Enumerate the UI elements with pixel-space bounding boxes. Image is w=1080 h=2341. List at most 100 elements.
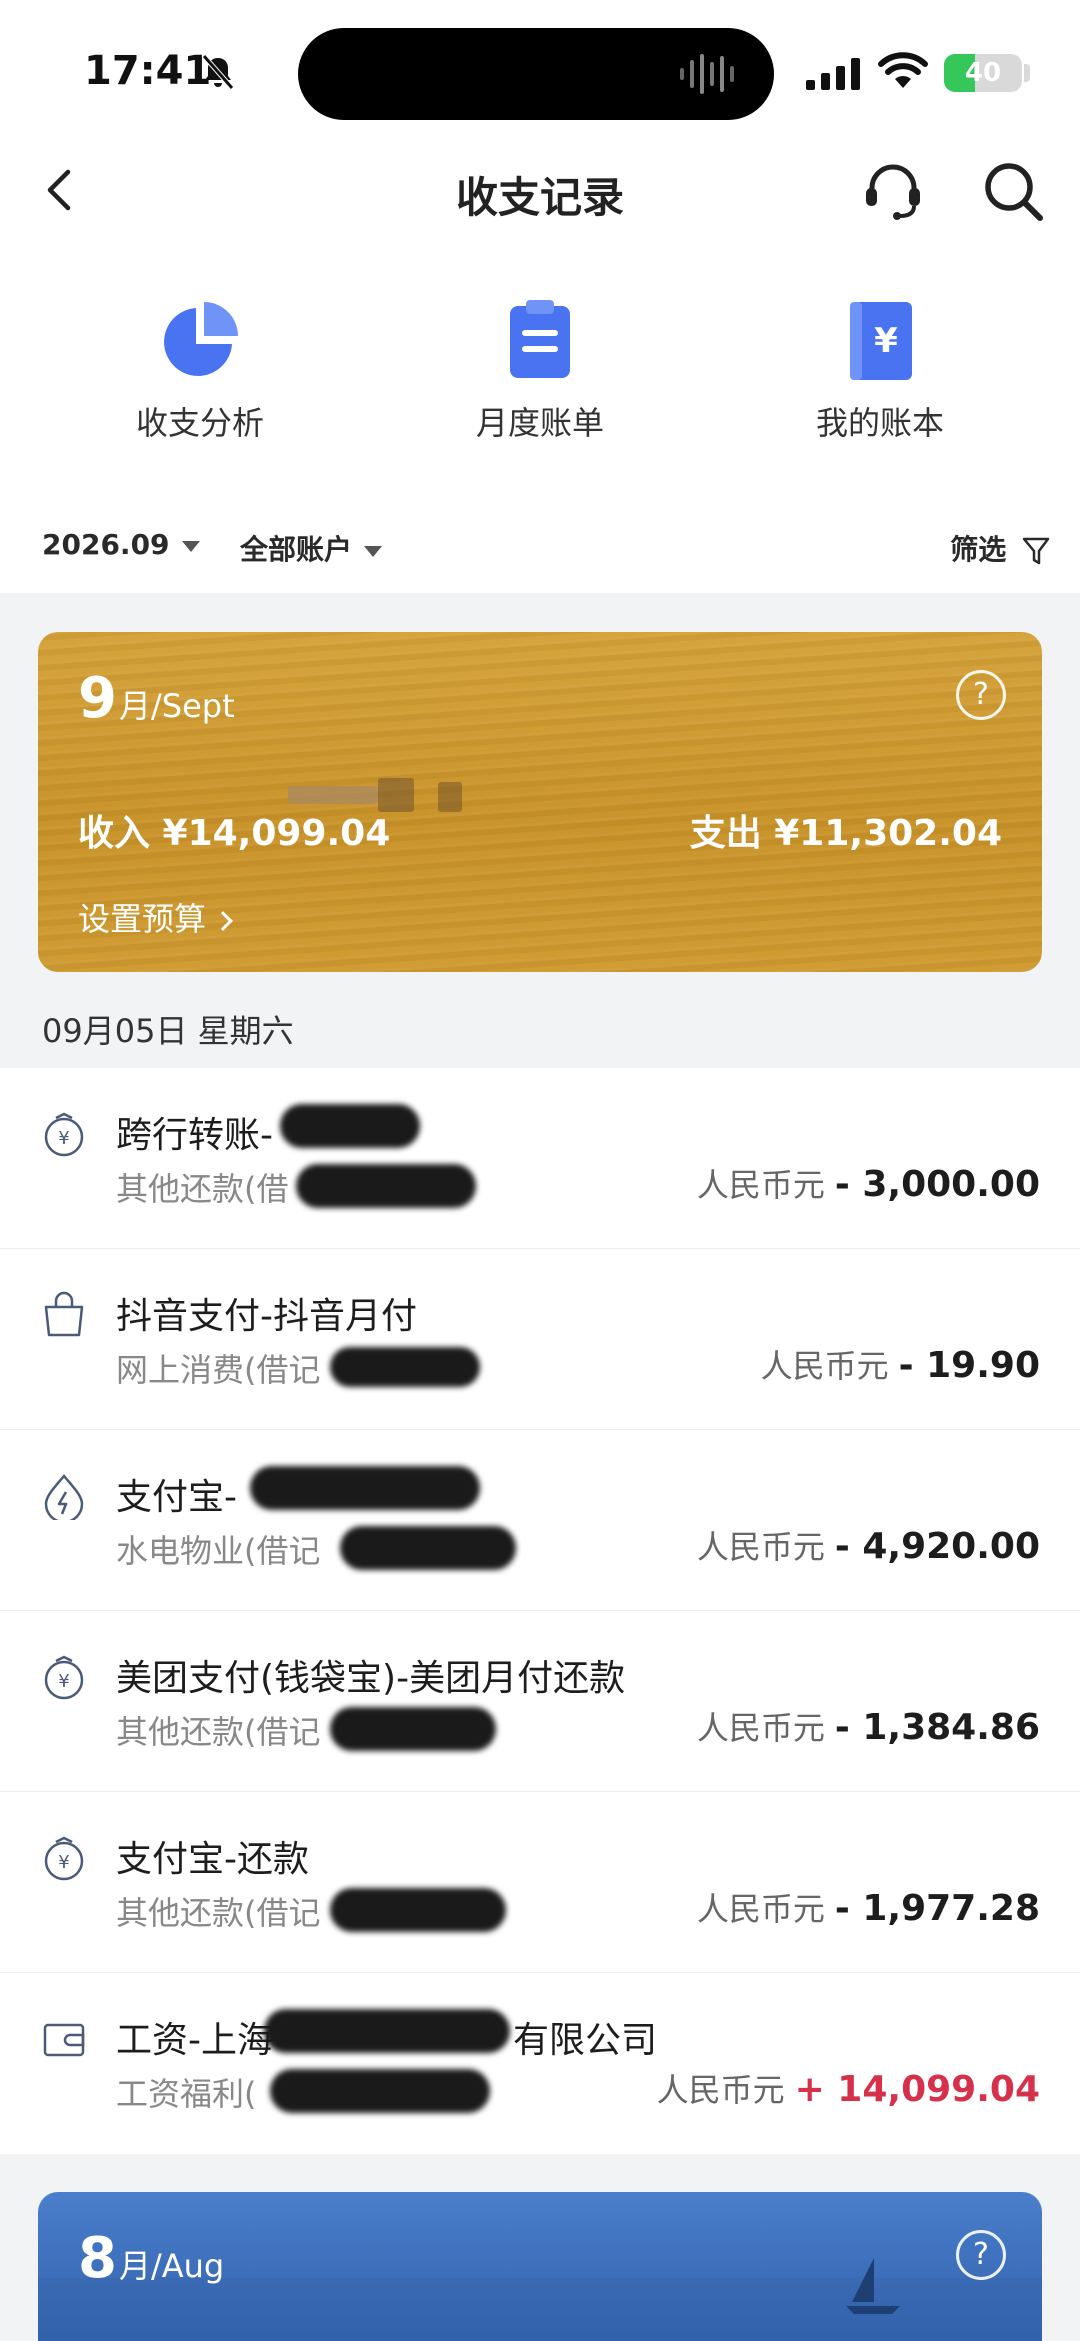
amount-value: - 19.90 xyxy=(898,1345,1040,1386)
transaction-title-tail: 有限公司 xyxy=(513,2020,658,2061)
transaction-amount: 人民币元 - 1,977.28 xyxy=(697,1884,1040,1930)
transaction-amount: 人民币元 - 4,920.00 xyxy=(697,1522,1040,1568)
transaction-category: 工资福利( xyxy=(116,2075,257,2113)
transaction-amount: 人民币元 - 3,000.00 xyxy=(697,1160,1040,1206)
album-art-thumbnail xyxy=(326,44,384,104)
card-month-label: 9月/Sept xyxy=(78,666,235,731)
search-icon[interactable] xyxy=(980,158,1046,224)
battery-indicator: 40 xyxy=(944,54,1022,92)
transaction-category: 其他还款(借 xyxy=(116,1170,289,1208)
utility-bolt-icon xyxy=(44,1474,84,1520)
pie-chart-icon xyxy=(164,302,238,376)
transaction-amount: 人民币元 - 1,384.86 xyxy=(697,1703,1040,1749)
funnel-icon xyxy=(1022,537,1050,565)
month-number: 9 xyxy=(78,666,117,731)
amount-value: - 1,384.86 xyxy=(834,1707,1040,1748)
transaction-title-head: 工资-上海 xyxy=(116,2020,273,2061)
sailboat-decoration xyxy=(846,2258,900,2314)
transaction-row[interactable]: 抖音支付-抖音月付 网上消费(借记 人民币元 - 19.90 xyxy=(0,1249,1080,1430)
wallet-icon xyxy=(43,2023,85,2057)
status-time: 17:41 xyxy=(84,48,212,94)
currency-label: 人民币元 xyxy=(696,1166,825,1204)
shortcut-my-ledger[interactable]: ¥ 我的账本 xyxy=(760,300,1000,444)
month-name: 月/Aug xyxy=(118,2247,225,2285)
nav-bar: 收支记录 xyxy=(0,140,1080,240)
transaction-amount: 人民币元 - 19.90 xyxy=(761,1341,1040,1387)
budget-label: 设置预算 xyxy=(78,900,207,938)
transaction-title: 支付宝- xyxy=(116,1477,237,1518)
amount-value: - 4,920.00 xyxy=(834,1526,1040,1567)
amount-value: - 3,000.00 xyxy=(834,1164,1040,1205)
shortcut-label: 月度账单 xyxy=(475,404,604,442)
account-value: 全部账户 xyxy=(240,533,353,566)
currency-label: 人民币元 xyxy=(696,1709,825,1747)
transaction-amount: 人民币元 + 14,099.04 xyxy=(657,2065,1040,2111)
svg-text:¥: ¥ xyxy=(874,321,898,361)
amount-value: - 1,977.28 xyxy=(834,1888,1040,1929)
period-selector[interactable]: 2026.09 xyxy=(42,528,200,561)
transaction-list: ¥ 跨行转账- 其他还款(借 人民币元 - 3,000.00 抖音支付-抖音月付 … xyxy=(0,1068,1080,2154)
transaction-row[interactable]: ¥ 跨行转账- 其他还款(借 人民币元 - 3,000.00 xyxy=(0,1068,1080,1249)
shortcut-label: 我的账本 xyxy=(815,404,944,442)
amount-value: + 14,099.04 xyxy=(794,2069,1040,2110)
ledger-book-icon: ¥ xyxy=(850,302,912,380)
shortcut-monthly-bill[interactable]: 月度账单 xyxy=(420,300,660,444)
redaction-mark xyxy=(280,1104,420,1148)
transaction-category: 其他还款(借记 xyxy=(116,1894,321,1932)
month-number: 8 xyxy=(78,2226,117,2291)
filter-label: 筛选 xyxy=(950,533,1007,566)
battery-cap xyxy=(1024,64,1030,82)
transaction-row[interactable]: ¥ 支付宝-还款 其他还款(借记 人民币元 - 1,977.28 xyxy=(0,1792,1080,1973)
help-icon[interactable]: ? xyxy=(956,2230,1006,2280)
transaction-row[interactable]: ¥ 美团支付(钱袋宝)-美团月付还款 其他还款(借记 人民币元 - 1,384.8… xyxy=(0,1611,1080,1792)
help-icon[interactable]: ? xyxy=(956,670,1006,720)
transaction-category: 网上消费(借记 xyxy=(116,1351,321,1389)
yuan-coin-icon: ¥ xyxy=(44,1112,84,1157)
redaction-mark xyxy=(330,1888,506,1932)
battery-percent: 40 xyxy=(964,58,1002,88)
transaction-title: 美团支付(钱袋宝)-美团月付还款 xyxy=(116,1658,626,1699)
customer-service-headset-icon[interactable] xyxy=(860,158,926,224)
currency-label: 人民币元 xyxy=(696,1528,825,1566)
shortcut-income-analysis[interactable]: 收支分析 xyxy=(80,300,320,444)
dynamic-island[interactable] xyxy=(298,28,774,120)
shopping-bag-icon xyxy=(44,1291,84,1337)
filter-button[interactable]: 筛选 xyxy=(950,528,1050,568)
expense-total: 支出 ¥11,302.04 xyxy=(689,813,1002,854)
caret-down-icon xyxy=(364,545,383,557)
svg-text:¥: ¥ xyxy=(58,1128,69,1149)
clipboard-icon xyxy=(510,300,570,378)
wifi-icon xyxy=(878,52,928,88)
income-total: 收入 ¥14,099.04 xyxy=(78,813,391,854)
audio-wave-icon xyxy=(680,54,734,94)
chevron-right-icon xyxy=(213,911,233,931)
svg-text:¥: ¥ xyxy=(58,1671,69,1692)
shortcut-label: 收支分析 xyxy=(135,404,264,442)
redaction-mark xyxy=(330,1347,480,1387)
status-bar: 17:41 40 xyxy=(0,0,1080,140)
transaction-title: 抖音支付-抖音月付 xyxy=(116,1296,417,1337)
card-month-label: 8月/Aug xyxy=(78,2226,224,2291)
currency-label: 人民币元 xyxy=(760,1347,889,1385)
period-value: 2026.09 xyxy=(42,528,170,561)
redaction-mark xyxy=(264,2009,510,2053)
cellular-signal-icon xyxy=(806,58,860,90)
redaction-mark xyxy=(340,1526,516,1570)
transaction-row[interactable]: 支付宝- 水电物业(借记 人民币元 - 4,920.00 xyxy=(0,1430,1080,1611)
month-summary-card-august[interactable]: 8月/Aug ? xyxy=(38,2192,1042,2341)
redaction-mark xyxy=(250,1466,480,1510)
muted-bell-icon xyxy=(202,54,234,90)
account-selector[interactable]: 全部账户 xyxy=(240,528,383,568)
redaction-mark xyxy=(270,2069,490,2113)
transaction-category: 其他还款(借记 xyxy=(116,1713,321,1751)
currency-label: 人民币元 xyxy=(696,1890,825,1928)
svg-text:¥: ¥ xyxy=(58,1852,69,1873)
caret-down-icon xyxy=(181,540,200,552)
yuan-coin-icon: ¥ xyxy=(44,1655,84,1700)
month-summary-card[interactable]: 9月/Sept ? 收入 ¥14,099.04 支出 ¥11,302.04 设置… xyxy=(38,632,1042,972)
redaction-mark xyxy=(296,1164,476,1208)
date-group-header: 09月05日 星期六 xyxy=(42,1012,294,1050)
month-name: 月/Sept xyxy=(118,687,235,725)
set-budget-link[interactable]: 设置预算 xyxy=(78,894,233,940)
transaction-row[interactable]: 工资-上海 有限公司 工资福利( 人民币元 + 14,099.04 xyxy=(0,1973,1080,2154)
